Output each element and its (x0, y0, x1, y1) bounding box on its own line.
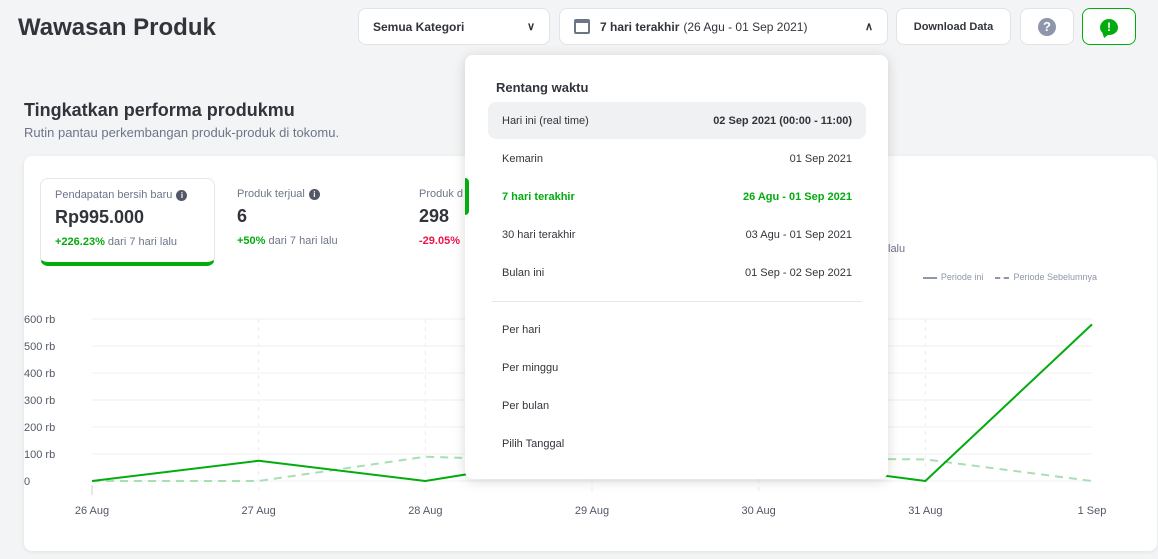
x-tick-label: 30 Aug (742, 505, 776, 517)
date-range-select[interactable]: 7 hari terakhir (26 Agu - 01 Sep 2021) ∧ (559, 8, 888, 45)
option-range: 01 Sep - 02 Sep 2021 (744, 266, 852, 279)
y-tick-label: 100 rb (24, 449, 55, 461)
option-this-month[interactable]: Bulan ini 01 Sep - 02 Sep 2021 (488, 254, 866, 291)
y-tick-label: 600 rb (24, 314, 55, 326)
option-today[interactable]: Hari ini (real time) 02 Sep 2021 (00:00 … (488, 102, 866, 139)
dropdown-title: Rentang waktu (496, 80, 589, 95)
feedback-button[interactable]: ! (1082, 8, 1136, 45)
help-icon: ? (1038, 17, 1056, 36)
x-tick-label: 31 Aug (908, 505, 942, 517)
x-tick-label: 1 Sep (1078, 505, 1107, 517)
option-range: 01 Sep 2021 (789, 152, 852, 165)
option-pick-date[interactable]: Pilih Tanggal (488, 425, 866, 462)
calendar-icon (574, 19, 590, 34)
option-last-7-days[interactable]: 7 hari terakhir 26 Agu - 01 Sep 2021 (488, 178, 866, 215)
section-title: Tingkatkan performa produkmu (24, 100, 295, 120)
help-button[interactable]: ? (1020, 8, 1074, 45)
option-label: Bulan ini (502, 266, 545, 279)
x-tick-label: 28 Aug (408, 505, 442, 517)
option-label: 30 hari terakhir (502, 228, 576, 241)
chevron-up-icon: ∧ (864, 21, 873, 33)
date-range-value: (26 Agu - 01 Sep 2021) (683, 19, 808, 34)
option-range: 26 Agu - 01 Sep 2021 (742, 190, 852, 203)
selected-indicator (465, 178, 469, 215)
date-range-dropdown: Rentang waktu Hari ini (real time) 02 Se… (465, 55, 888, 479)
option-range: 03 Agu - 01 Sep 2021 (745, 228, 852, 241)
page-title: Wawasan Produk (18, 14, 216, 41)
x-tick-label: 29 Aug (575, 505, 609, 517)
x-tick-label: 26 Aug (75, 505, 109, 517)
option-label: 7 hari terakhir (502, 190, 575, 203)
option-per-month[interactable]: Per bulan (488, 387, 866, 424)
y-tick-label: 300 rb (24, 395, 55, 407)
y-tick-label: 400 rb (24, 368, 55, 380)
date-range-label: 7 hari terakhir (600, 19, 680, 34)
option-per-day[interactable]: Per hari (488, 311, 866, 348)
x-tick-label: 27 Aug (242, 505, 276, 517)
option-yesterday[interactable]: Kemarin 01 Sep 2021 (488, 140, 866, 177)
feedback-icon: ! (1100, 18, 1118, 35)
option-last-30-days[interactable]: 30 hari terakhir 03 Agu - 01 Sep 2021 (488, 216, 866, 253)
category-select[interactable]: Semua Kategori ∨ (358, 8, 550, 45)
y-tick-label: 500 rb (24, 341, 55, 353)
option-per-week[interactable]: Per minggu (488, 349, 866, 386)
chevron-down-icon: ∨ (526, 21, 535, 33)
category-select-label: Semua Kategori (373, 19, 465, 34)
option-label: Hari ini (real time) (502, 114, 589, 127)
y-tick-label: 200 rb (24, 422, 55, 434)
y-tick-label: 0 (24, 476, 30, 488)
download-data-button[interactable]: Download Data (896, 8, 1011, 45)
option-label: Kemarin (502, 152, 543, 165)
section-subtitle: Rutin pantau perkembangan produk-produk … (24, 125, 340, 140)
option-range: 02 Sep 2021 (00:00 - 11:00) (713, 114, 852, 127)
dropdown-divider (492, 301, 862, 302)
